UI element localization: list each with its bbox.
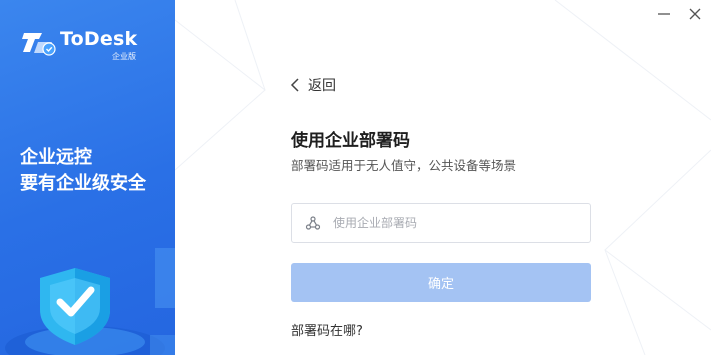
- close-icon: [689, 8, 701, 20]
- slogan-line-1: 企业远控: [20, 147, 92, 168]
- slogan-line-2: 要有企业级安全: [20, 173, 146, 194]
- chevron-left-icon: [290, 78, 299, 92]
- todesk-window: ToDesk 企业版 企业远控 要有企业级安全 返回 使用企业部署码 部署码适用…: [0, 0, 711, 355]
- back-label: 返回: [308, 78, 336, 94]
- brand-name: ToDesk: [60, 28, 138, 50]
- minimize-icon: [658, 13, 670, 15]
- back-button[interactable]: 返回: [290, 75, 336, 95]
- minimize-button[interactable]: [655, 5, 673, 23]
- confirm-button[interactable]: 确定: [291, 263, 591, 302]
- close-button[interactable]: [686, 5, 704, 23]
- deployment-code-field[interactable]: [291, 203, 591, 243]
- todesk-logo-icon: [22, 33, 56, 56]
- page-subtitle: 部署码适用于无人值守，公共设备等场景: [291, 158, 517, 173]
- page-title: 使用企业部署码: [291, 131, 410, 151]
- brand-logo: ToDesk 企业版: [22, 28, 152, 64]
- brand-edition: 企业版: [112, 52, 136, 61]
- where-is-deployment-code-link[interactable]: 部署码在哪?: [291, 320, 363, 339]
- deployment-code-icon: [305, 216, 321, 230]
- slogan: 企业远控 要有企业级安全: [20, 145, 146, 197]
- deployment-code-input[interactable]: [333, 216, 573, 230]
- confirm-label: 确定: [427, 277, 454, 292]
- security-shield-illustration: [5, 248, 175, 355]
- brand-panel: ToDesk 企业版 企业远控 要有企业级安全: [0, 0, 175, 355]
